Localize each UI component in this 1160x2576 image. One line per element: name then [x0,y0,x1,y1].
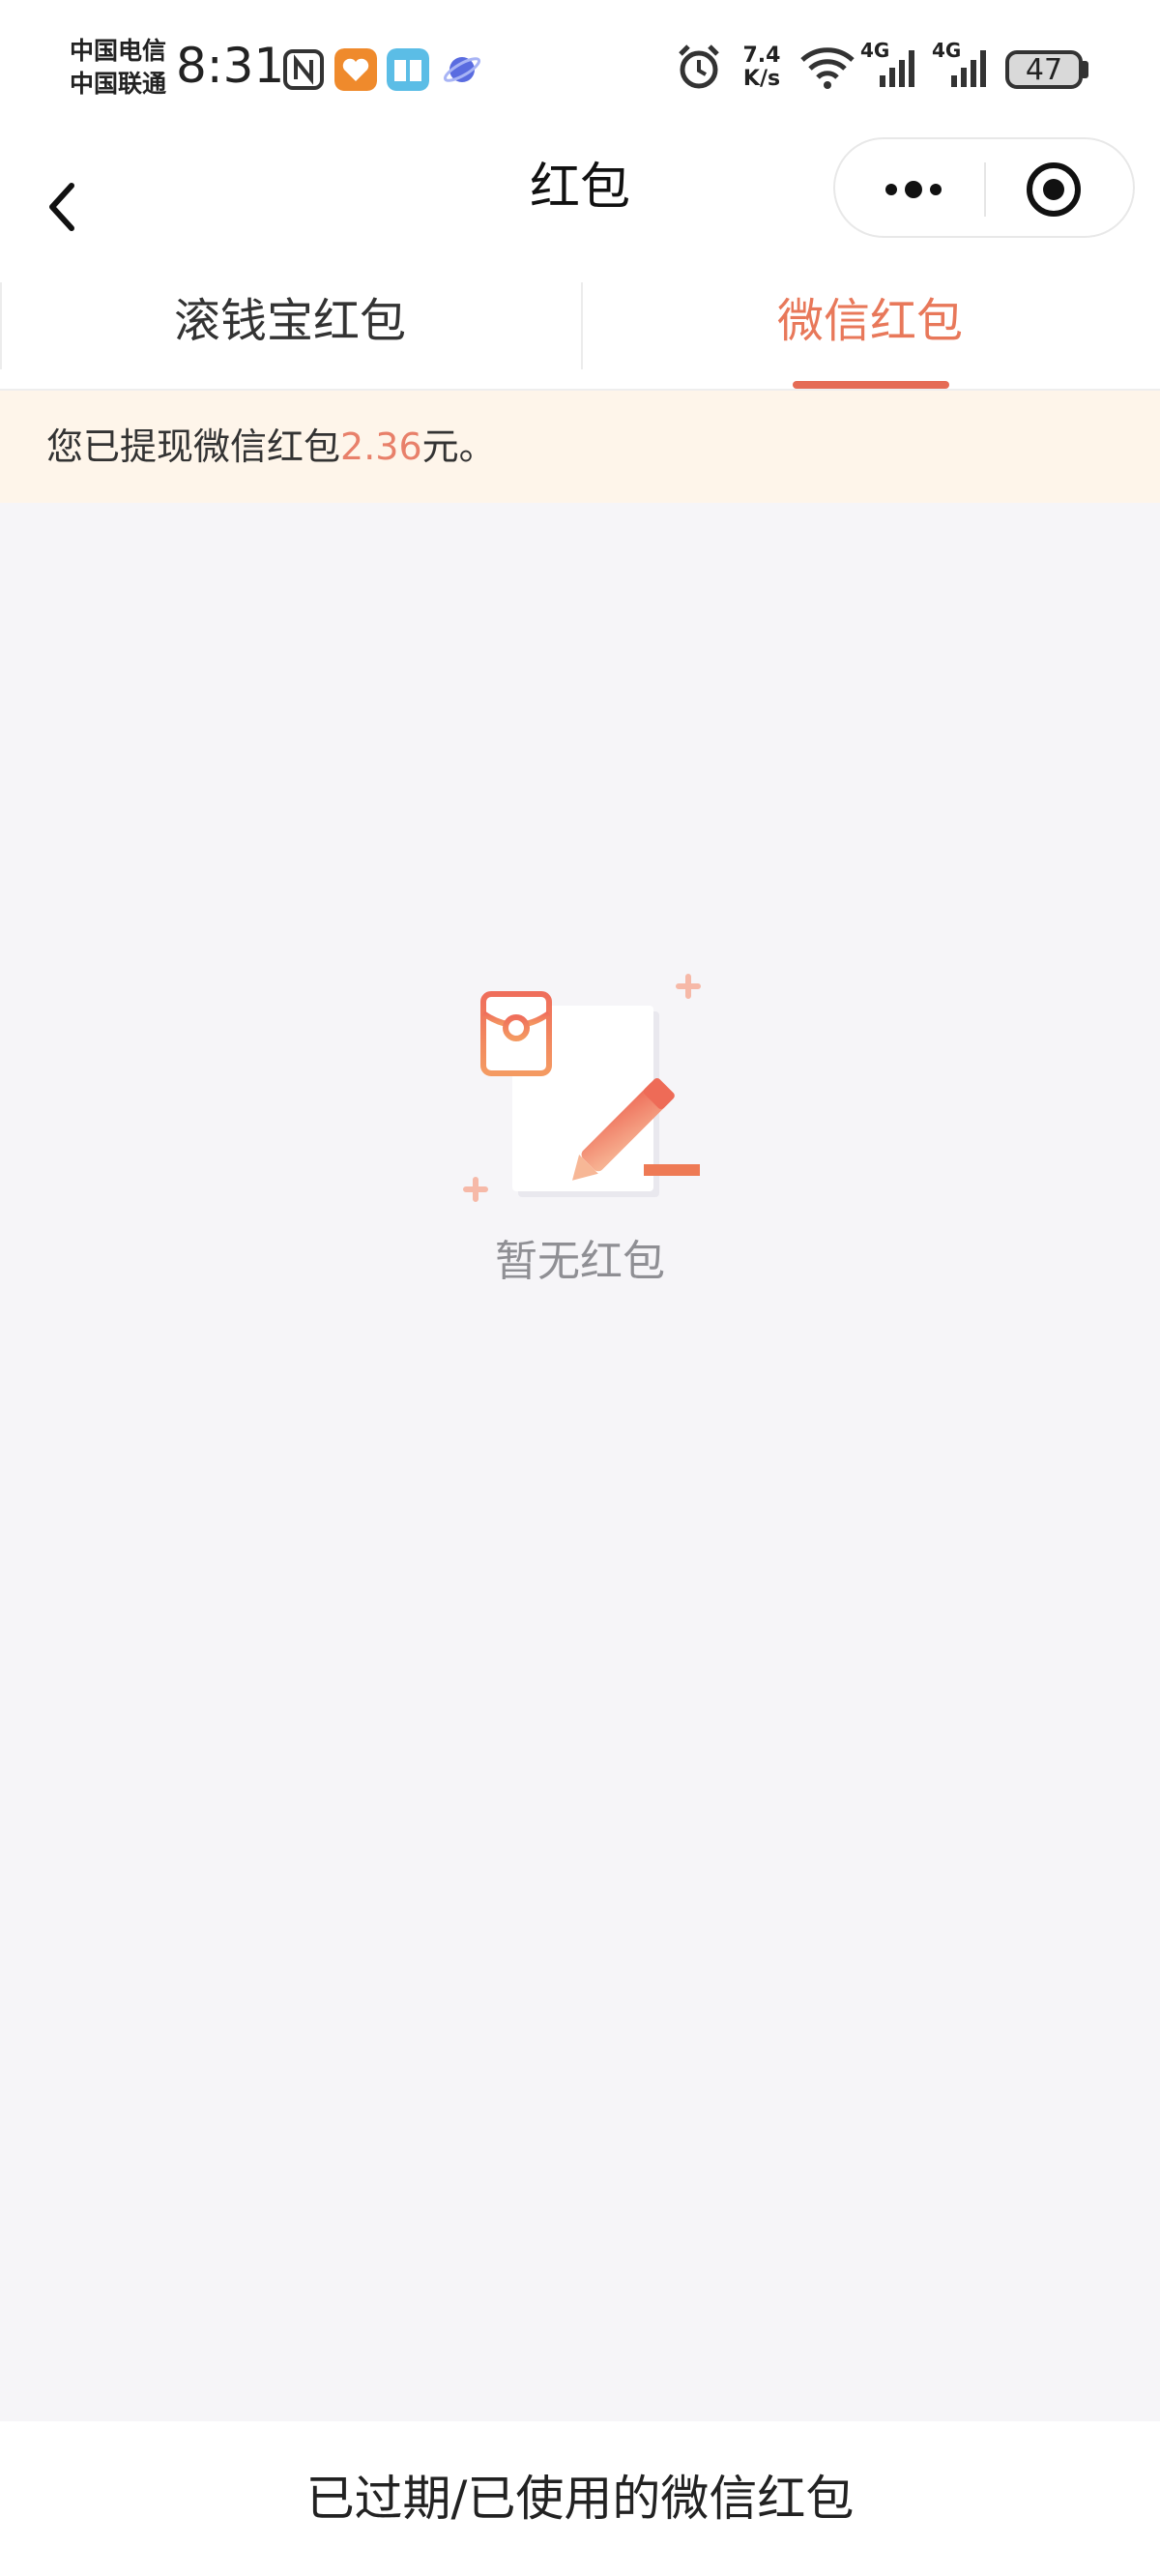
orange-app-icon [334,48,377,91]
capsule-divider [984,162,986,217]
expired-used-redpackets-link[interactable]: 已过期/已使用的微信红包 [0,2421,1160,2576]
carrier-info: 中国电信 中国联通 [70,35,176,101]
net-speed: 7.4 K/s [739,44,785,91]
carrier-1: 中国电信 [70,37,167,65]
active-tab-indicator [793,381,949,389]
more-dots-icon[interactable] [870,161,957,219]
battery-tip [1083,61,1088,78]
tab-bar: 滚钱宝红包 微信红包 [0,273,1160,391]
net-speed-unit: K/s [742,67,781,91]
alarm-icon [679,44,719,89]
status-bar: 中国电信 中国联通 8:31 7.4 K/s 4G 4G 47 [0,0,1160,141]
book-app-icon [387,48,429,91]
notice-amount: 2.36 [340,425,422,468]
signal-icon [880,50,914,87]
empty-state-text: 暂无红包 [495,1237,665,1286]
nav-bar: 红包 [0,137,1160,273]
withdraw-notice: 您已提现微信红包2.36元。 [0,391,1160,503]
page: 中国电信 中国联通 8:31 7.4 K/s 4G 4G 47 红包 滚钱宝红包… [0,0,1160,2576]
chevron-left-icon[interactable] [39,161,116,257]
notice-suffix: 元。 [421,425,496,468]
carrier-2: 中国联通 [70,70,167,98]
page-title: 红包 [529,159,630,217]
tab-wechat-redpacket[interactable]: 微信红包 [580,273,1160,391]
signal-icon [951,50,986,87]
empty-redpacket-illustration [463,974,701,1202]
net-speed-value: 7.4 [742,44,781,68]
notice-prefix: 您已提现微信红包 [46,425,341,468]
nfc-icon [283,49,324,90]
tab-gunqianbao-redpacket[interactable]: 滚钱宝红包 [0,273,580,391]
signal-1: 4G [860,39,922,97]
planet-app-icon [443,57,481,82]
battery-level: 47 [1025,52,1063,87]
bottom-bar: 已过期/已使用的微信红包 [0,2421,1160,2576]
target-circle-icon[interactable] [1025,161,1083,219]
battery-icon: 47 [1005,50,1083,89]
wifi-icon [800,47,855,89]
mini-program-capsule [833,137,1135,238]
signal-2: 4G [932,39,994,97]
status-time: 8:31 [176,38,285,94]
